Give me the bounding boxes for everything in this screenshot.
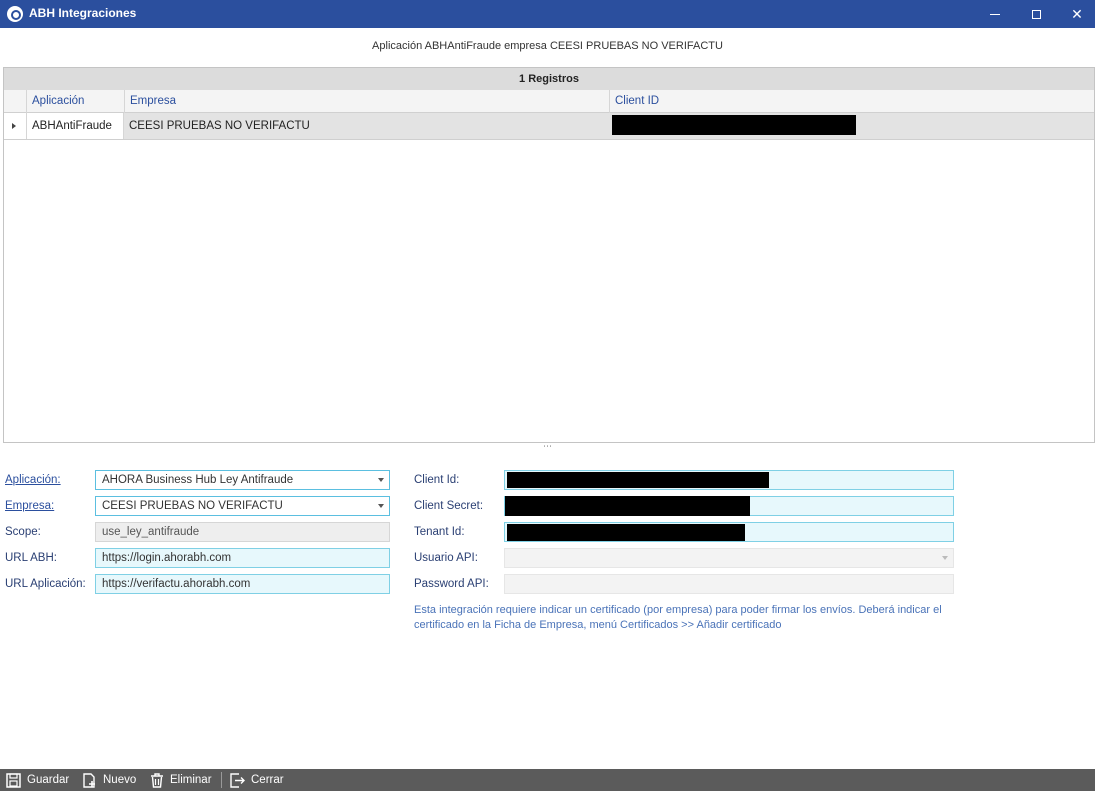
column-header-aplicacion[interactable]: Aplicación	[26, 90, 124, 113]
scope-value: use_ley_antifraude	[102, 526, 200, 538]
redacted-client-id-value	[507, 472, 769, 488]
client-id-input[interactable]	[504, 470, 954, 490]
cell-aplicacion[interactable]: ABHAntiFraude	[26, 113, 124, 139]
delete-button[interactable]: Eliminar	[150, 769, 212, 791]
scope-field[interactable]: use_ley_antifraude	[95, 522, 390, 542]
close-label: Cerrar	[251, 774, 284, 786]
maximize-button[interactable]	[1016, 0, 1056, 28]
minimize-button[interactable]	[975, 0, 1015, 28]
url-abh-input[interactable]: https://login.ahorabh.com	[95, 548, 390, 568]
chevron-down-icon	[378, 478, 384, 482]
trash-icon	[151, 772, 163, 788]
client-secret-label: Client Secret:	[414, 500, 484, 512]
app-logo-icon	[7, 6, 23, 22]
new-document-icon	[83, 772, 95, 788]
new-label: Nuevo	[103, 774, 137, 786]
usuario-api-label: Usuario API:	[414, 552, 478, 564]
save-icon	[6, 772, 21, 788]
password-api-input[interactable]	[504, 574, 954, 594]
splitter-handle[interactable]: ⋯	[543, 442, 555, 451]
toolbar-divider	[221, 772, 222, 788]
exit-icon	[230, 772, 245, 788]
tenant-id-label: Tenant Id:	[414, 526, 465, 538]
url-abh-label: URL ABH:	[5, 552, 57, 564]
abh-integraciones-window: ABH Integraciones ✕ Aplicación ABHAntiFr…	[0, 0, 1095, 791]
certificate-note: Esta integración requiere indicar un cer…	[414, 604, 942, 631]
title-bar: ABH Integraciones ✕	[0, 0, 1095, 28]
aplicacion-select[interactable]: AHORA Business Hub Ley Antifraude	[95, 470, 390, 490]
delete-label: Eliminar	[170, 774, 212, 786]
aplicacion-select-value: AHORA Business Hub Ley Antifraude	[102, 474, 294, 486]
row-indicator-icon	[4, 113, 26, 139]
chevron-down-icon	[942, 556, 948, 560]
close-button[interactable]: Cerrar	[230, 769, 284, 791]
grid-header: Aplicación Empresa Client ID	[4, 90, 1094, 113]
url-aplicacion-label: URL Aplicación:	[5, 578, 86, 590]
usuario-api-select[interactable]	[504, 548, 954, 568]
empresa-select[interactable]: CEESI PRUEBAS NO VERIFACTU	[95, 496, 390, 516]
column-header-empresa[interactable]: Empresa	[124, 90, 609, 113]
redacted-tenant-id-value	[507, 524, 745, 541]
records-count: 1 Registros	[4, 68, 1094, 90]
maximize-icon	[1031, 9, 1041, 19]
save-label: Guardar	[27, 774, 70, 786]
empresa-label[interactable]: Empresa:	[5, 500, 54, 512]
cell-empresa[interactable]: CEESI PRUEBAS NO VERIFACTU	[124, 113, 609, 139]
url-abh-value: https://login.ahorabh.com	[102, 552, 232, 564]
window-title: ABH Integraciones	[29, 6, 137, 20]
client-secret-input[interactable]	[504, 496, 954, 516]
page-headline: Aplicación ABHAntiFraude empresa CEESI P…	[372, 40, 723, 52]
redacted-client-id	[612, 115, 856, 135]
client-id-label: Client Id:	[414, 474, 460, 486]
url-aplicacion-input[interactable]: https://verifactu.ahorabh.com	[95, 574, 390, 594]
close-window-button[interactable]: ✕	[1057, 0, 1095, 28]
minimize-icon	[990, 13, 1000, 15]
redacted-client-secret-value	[505, 496, 750, 516]
url-aplicacion-value: https://verifactu.ahorabh.com	[102, 578, 251, 590]
password-api-label: Password API:	[414, 578, 489, 590]
table-row[interactable]: ABHAntiFraude CEESI PRUEBAS NO VERIFACTU	[4, 113, 1094, 140]
scope-label: Scope:	[5, 526, 41, 538]
chevron-down-icon	[378, 504, 384, 508]
bottom-toolbar: Guardar Nuevo Eliminar Cerrar	[0, 769, 1095, 791]
tenant-id-input[interactable]	[504, 522, 954, 542]
column-header-client-id[interactable]: Client ID	[609, 90, 1095, 113]
aplicacion-label[interactable]: Aplicación:	[5, 474, 61, 486]
close-icon: ✕	[1071, 5, 1083, 22]
empresa-select-value: CEESI PRUEBAS NO VERIFACTU	[102, 500, 283, 512]
new-button[interactable]: Nuevo	[82, 769, 136, 791]
integrations-grid: 1 Registros Aplicación Empresa Client ID…	[3, 67, 1095, 443]
save-button[interactable]: Guardar	[6, 769, 69, 791]
